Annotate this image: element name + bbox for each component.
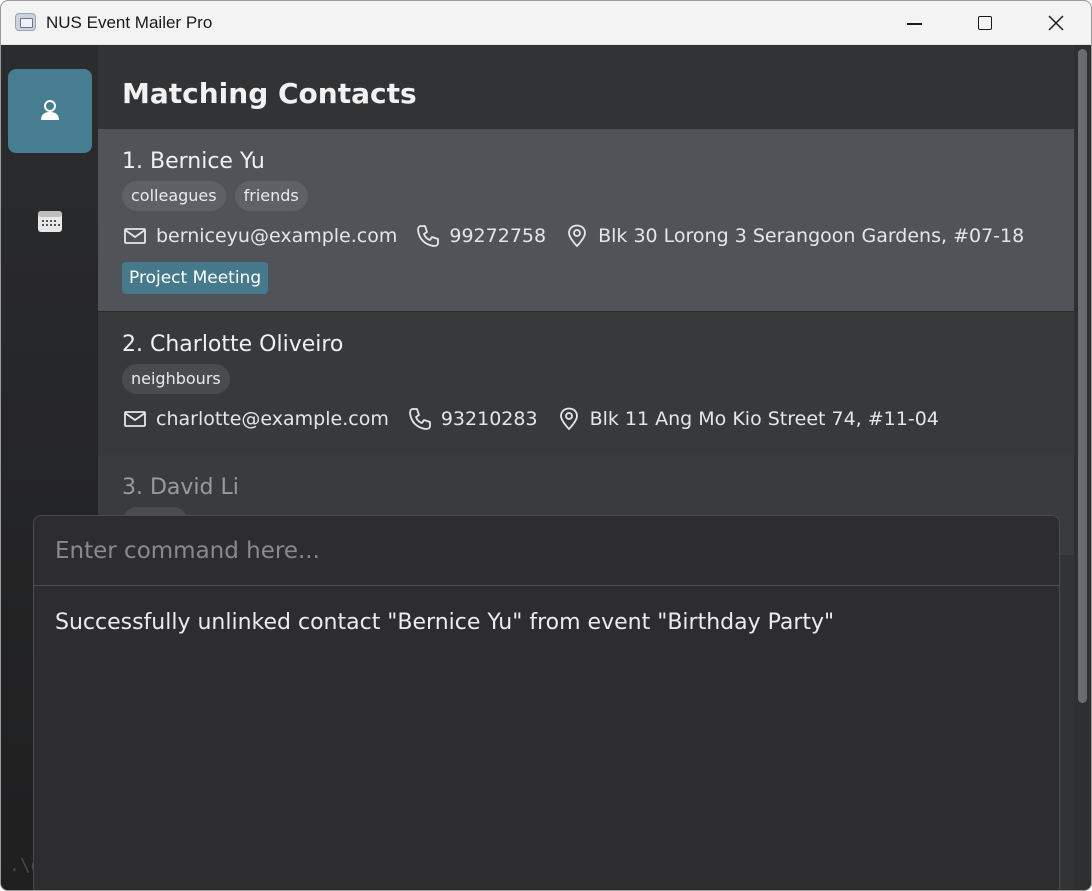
page-title: Matching Contacts (122, 77, 417, 110)
location-icon (559, 407, 578, 431)
contact-card[interactable]: 2. Charlotte Oliveiro neighbours charlot… (98, 311, 1074, 455)
location-icon (568, 224, 586, 248)
contact-tag: colleagues (122, 181, 226, 211)
phone-icon (417, 225, 440, 247)
email-icon (124, 411, 146, 427)
scrollbar[interactable] (1074, 45, 1091, 890)
person-icon (41, 100, 59, 120)
mail-app-icon (15, 13, 36, 31)
event-badge: Project Meeting (122, 262, 269, 294)
maximize-icon (978, 16, 992, 30)
sidebar-item-contacts[interactable] (8, 69, 92, 153)
contact-email: charlotte@example.com (156, 408, 389, 430)
minimize-icon (906, 23, 922, 25)
command-input[interactable] (34, 516, 1059, 586)
contact-name: 1. Bernice Yu (122, 149, 265, 174)
contact-phone: 93210283 (440, 408, 538, 430)
contact-address: Blk 30 Lorong 3 Serangoon Gardens, #07-1… (598, 225, 1025, 247)
contact-email: berniceyu@example.com (156, 225, 398, 247)
sidebar-item-events[interactable] (8, 179, 92, 263)
result-message: Successfully unlinked contact "Bernice Y… (55, 610, 835, 635)
contact-tag: friends (234, 181, 308, 211)
contact-tag: neighbours (122, 364, 230, 394)
contact-name: 3. David Li (122, 475, 239, 500)
maximize-button[interactable] (950, 1, 1020, 45)
contact-name: 2. Charlotte Oliveiro (122, 332, 344, 357)
close-button[interactable] (1021, 1, 1091, 45)
contact-address: Blk 11 Ang Mo Kio Street 74, #11-04 (589, 408, 939, 430)
title-bar: NUS Event Mailer Pro (1, 1, 1091, 45)
window-title: NUS Event Mailer Pro (46, 13, 213, 32)
contact-phone: 99272758 (449, 225, 547, 247)
app-window: NUS Event Mailer Pro .\d Matching Contac… (0, 0, 1092, 891)
command-panel: Successfully unlinked contact "Bernice Y… (33, 515, 1060, 890)
email-icon (124, 228, 146, 244)
scrollbar-thumb[interactable] (1078, 49, 1087, 703)
close-icon (1048, 15, 1064, 31)
minimize-button[interactable] (879, 1, 949, 45)
phone-icon (408, 408, 431, 430)
contact-card[interactable]: 1. Bernice Yu colleagues friends bernice… (98, 129, 1074, 311)
calendar-icon (38, 211, 62, 232)
